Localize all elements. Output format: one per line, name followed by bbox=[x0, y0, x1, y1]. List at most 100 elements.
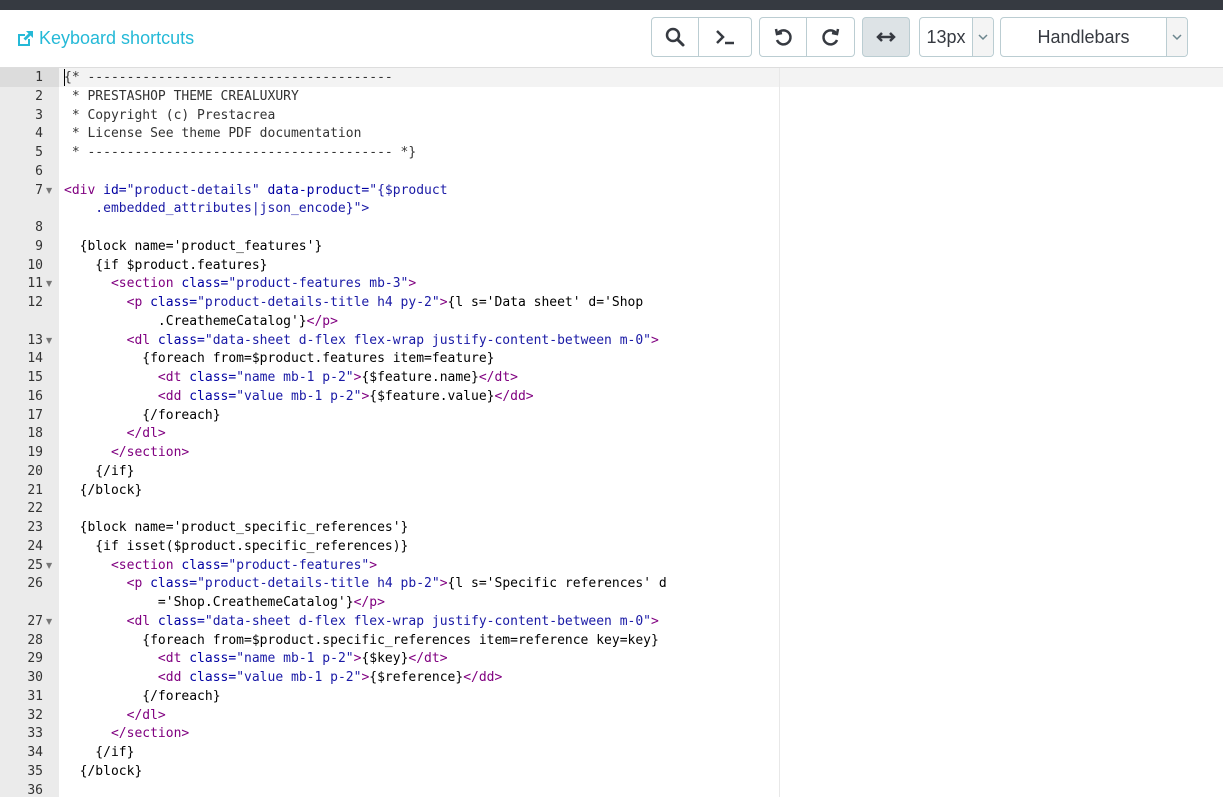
code-text: {* -------------------------------------… bbox=[64, 68, 393, 87]
line-number: 11 bbox=[0, 274, 43, 293]
line-number: 35 bbox=[0, 762, 43, 781]
line-number: 24 bbox=[0, 537, 43, 556]
line-number: 34 bbox=[0, 743, 43, 762]
code-text: </section> bbox=[64, 724, 189, 743]
code-line: 23 {block name='product_specific_referen… bbox=[0, 518, 1223, 537]
code-text: <dl class="data-sheet d-flex flex-wrap j… bbox=[64, 331, 659, 350]
fold-arrow-icon[interactable]: ▼ bbox=[46, 274, 52, 293]
terminal-icon bbox=[714, 26, 736, 48]
code-line: 18 </dl> bbox=[0, 424, 1223, 443]
search-icon bbox=[664, 26, 686, 48]
arrows-horizontal-icon bbox=[875, 26, 897, 48]
code-text: .CreathemeCatalog'}</p> bbox=[64, 312, 338, 331]
code-line: 5 * ------------------------------------… bbox=[0, 143, 1223, 162]
code-text: * PRESTASHOP THEME CREALUXURY bbox=[64, 87, 299, 106]
line-number: 26 bbox=[0, 574, 43, 593]
redo-icon bbox=[820, 26, 842, 48]
code-text: <section class="product-features mb-3"> bbox=[64, 274, 416, 293]
command-button[interactable] bbox=[699, 17, 752, 57]
code-text: * --------------------------------------… bbox=[64, 143, 416, 162]
language-select[interactable]: Handlebars bbox=[1000, 17, 1188, 57]
code-text: {/foreach} bbox=[64, 687, 221, 706]
external-link-icon bbox=[15, 29, 35, 49]
line-number: 5 bbox=[0, 143, 43, 162]
line-number: 27 bbox=[0, 612, 43, 631]
code-line: 9 {block name='product_features'} bbox=[0, 237, 1223, 256]
code-line: 7▼ <div id="product-details" data-product… bbox=[0, 181, 1223, 200]
redo-button[interactable] bbox=[807, 17, 855, 57]
code-line: 10 {if $product.features} bbox=[0, 256, 1223, 275]
code-text: .embedded_attributes|json_encode}"> bbox=[64, 199, 369, 218]
editor-toolbar: Keyboard shortcuts bbox=[0, 10, 1223, 67]
code-line: 17 {/foreach} bbox=[0, 406, 1223, 425]
code-line: 11▼ <section class="product-features mb-… bbox=[0, 274, 1223, 293]
code-line: 13▼ <dl class="data-sheet d-flex flex-wr… bbox=[0, 331, 1223, 350]
chevron-down-icon bbox=[1166, 18, 1187, 56]
line-number: 18 bbox=[0, 424, 43, 443]
line-number: 8 bbox=[0, 218, 43, 237]
line-number: 28 bbox=[0, 631, 43, 650]
code-text: </dl> bbox=[64, 424, 166, 443]
undo-button[interactable] bbox=[759, 17, 807, 57]
keyboard-shortcuts-link[interactable]: Keyboard shortcuts bbox=[15, 28, 194, 49]
code-line: 27▼ <dl class="data-sheet d-flex flex-wr… bbox=[0, 612, 1223, 631]
line-number: 1 bbox=[0, 68, 43, 87]
code-line: 34 {/if} bbox=[0, 743, 1223, 762]
code-line: 4 * License See theme PDF documentation bbox=[0, 124, 1223, 143]
line-number: 31 bbox=[0, 687, 43, 706]
code-line: 20 {/if} bbox=[0, 462, 1223, 481]
line-number: 2 bbox=[0, 87, 43, 106]
code-line: 36 bbox=[0, 781, 1223, 797]
line-number: 4 bbox=[0, 124, 43, 143]
code-line: 15 <dt class="name mb-1 p-2">{$feature.n… bbox=[0, 368, 1223, 387]
search-button[interactable] bbox=[651, 17, 699, 57]
code-text: * License See theme PDF documentation bbox=[64, 124, 361, 143]
line-number: 7 bbox=[0, 181, 43, 200]
wrap-button[interactable] bbox=[862, 17, 910, 57]
line-number: 3 bbox=[0, 106, 43, 125]
code-text: <section class="product-features"> bbox=[64, 556, 377, 575]
undo-redo-group bbox=[759, 17, 855, 59]
code-text: {block name='product_specific_references… bbox=[64, 518, 408, 537]
line-number: 25 bbox=[0, 556, 43, 575]
code-text: {foreach from=$product.features item=fea… bbox=[64, 349, 494, 368]
line-number: 19 bbox=[0, 443, 43, 462]
line-number: 33 bbox=[0, 724, 43, 743]
code-text: {foreach from=$product.specific_referenc… bbox=[64, 631, 659, 650]
code-line: 32 </dl> bbox=[0, 706, 1223, 725]
code-line: ='Shop.CreathemeCatalog'}</p> bbox=[0, 593, 1223, 612]
fold-arrow-icon[interactable]: ▼ bbox=[46, 181, 52, 200]
code-line: 26 <p class="product-details-title h4 pb… bbox=[0, 574, 1223, 593]
code-text: <div id="product-details" data-product="… bbox=[64, 181, 448, 200]
code-text: <dt class="name mb-1 p-2">{$key}</dt> bbox=[64, 649, 448, 668]
text-cursor bbox=[64, 69, 65, 86]
fold-arrow-icon[interactable]: ▼ bbox=[46, 556, 52, 575]
line-number: 32 bbox=[0, 706, 43, 725]
code-line: 31 {/foreach} bbox=[0, 687, 1223, 706]
code-line: 14 {foreach from=$product.features item=… bbox=[0, 349, 1223, 368]
chevron-down-icon bbox=[972, 18, 993, 56]
line-number: 13 bbox=[0, 331, 43, 350]
font-size-select[interactable]: 13px bbox=[919, 17, 994, 57]
code-text: <dd class="value mb-1 p-2">{$feature.val… bbox=[64, 387, 534, 406]
line-number: 15 bbox=[0, 368, 43, 387]
search-command-group bbox=[651, 17, 752, 59]
code-line: 33 </section> bbox=[0, 724, 1223, 743]
line-number: 12 bbox=[0, 293, 43, 312]
fold-arrow-icon[interactable]: ▼ bbox=[46, 331, 52, 350]
code-editor[interactable]: 1 {* ------------------------------------… bbox=[0, 67, 1223, 797]
top-bar bbox=[0, 0, 1223, 10]
line-number: 21 bbox=[0, 481, 43, 500]
line-number: 6 bbox=[0, 162, 43, 181]
code-text: {if $product.features} bbox=[64, 256, 268, 275]
line-number: 14 bbox=[0, 349, 43, 368]
code-text: <p class="product-details-title h4 pb-2"… bbox=[64, 574, 667, 593]
code-line: 8 bbox=[0, 218, 1223, 237]
code-line: 25▼ <section class="product-features"> bbox=[0, 556, 1223, 575]
fold-arrow-icon[interactable]: ▼ bbox=[46, 612, 52, 631]
line-number: 16 bbox=[0, 387, 43, 406]
wrap-group bbox=[862, 17, 910, 59]
line-number: 20 bbox=[0, 462, 43, 481]
code-text: {/block} bbox=[64, 481, 142, 500]
line-number: 9 bbox=[0, 237, 43, 256]
